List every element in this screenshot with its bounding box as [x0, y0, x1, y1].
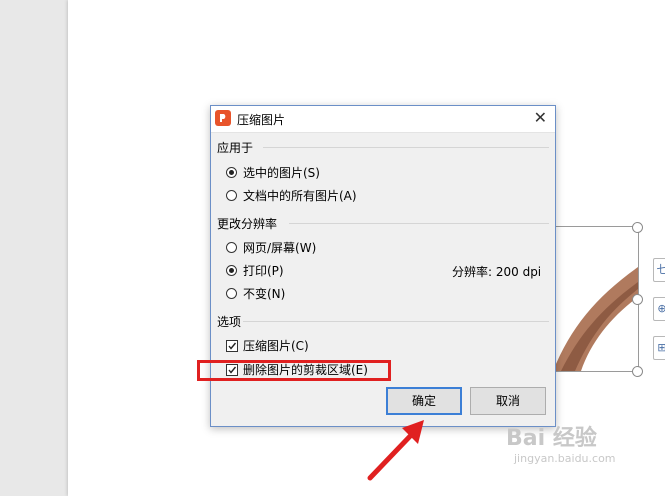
- cancel-button[interactable]: 取消: [470, 387, 546, 415]
- watermark-brand: Bai 经验: [506, 426, 597, 451]
- group-header-apply: 应用于: [217, 141, 254, 155]
- radio-label: 选中的图片(S): [243, 166, 320, 180]
- group-divider: [289, 223, 549, 224]
- side-tool-button-3[interactable]: ⊞: [653, 336, 665, 360]
- radio-label: 不变(N): [243, 287, 286, 301]
- resolution-value: 分辨率: 200 dpi: [452, 265, 542, 279]
- checkbox-compress[interactable]: 压缩图片(C): [226, 337, 309, 354]
- radio-label: 打印(P): [243, 264, 284, 278]
- radio-selected-pictures[interactable]: 选中的图片(S): [226, 164, 320, 181]
- red-arrow-icon: [367, 420, 424, 481]
- watermark-url: jingyan.baidu.com: [514, 452, 616, 465]
- resize-handle-middle-right[interactable]: [632, 294, 643, 305]
- watermark: Bai 经验 jingyan.baidu.com: [506, 420, 616, 465]
- radio-indicator[interactable]: [226, 242, 237, 253]
- ok-button[interactable]: 确定: [386, 387, 462, 415]
- side-tool-button-2[interactable]: ⊕: [653, 297, 665, 321]
- radio-label: 网页/屏幕(W): [243, 241, 317, 255]
- group-header-options: 选项: [217, 315, 242, 329]
- checkmark-icon: [228, 342, 237, 350]
- radio-print[interactable]: 打印(P): [226, 262, 284, 279]
- wps-app-icon: [215, 110, 231, 126]
- resize-handle-bottom-right[interactable]: [632, 366, 643, 377]
- radio-indicator[interactable]: [226, 288, 237, 299]
- radio-label: 文档中的所有图片(A): [243, 189, 357, 203]
- resize-handle-top-right[interactable]: [632, 222, 643, 233]
- radio-web-screen[interactable]: 网页/屏幕(W): [226, 239, 316, 256]
- close-icon[interactable]: ✕: [534, 108, 547, 127]
- group-divider: [243, 321, 549, 322]
- dialog-titlebar: 压缩图片 ✕: [211, 106, 555, 133]
- checkbox-indicator[interactable]: [226, 339, 238, 352]
- checkbox-label: 压缩图片(C): [243, 339, 309, 353]
- highlight-box: [197, 360, 391, 381]
- dialog-title: 压缩图片: [237, 113, 286, 127]
- group-divider: [263, 147, 549, 148]
- radio-indicator[interactable]: [226, 265, 237, 276]
- radio-all-pictures[interactable]: 文档中的所有图片(A): [226, 187, 357, 204]
- radio-indicator[interactable]: [226, 167, 237, 178]
- radio-no-change[interactable]: 不变(N): [226, 285, 285, 302]
- radio-indicator[interactable]: [226, 190, 237, 201]
- side-tool-button-1[interactable]: 七: [653, 258, 665, 282]
- group-header-resolution: 更改分辨率: [217, 217, 278, 231]
